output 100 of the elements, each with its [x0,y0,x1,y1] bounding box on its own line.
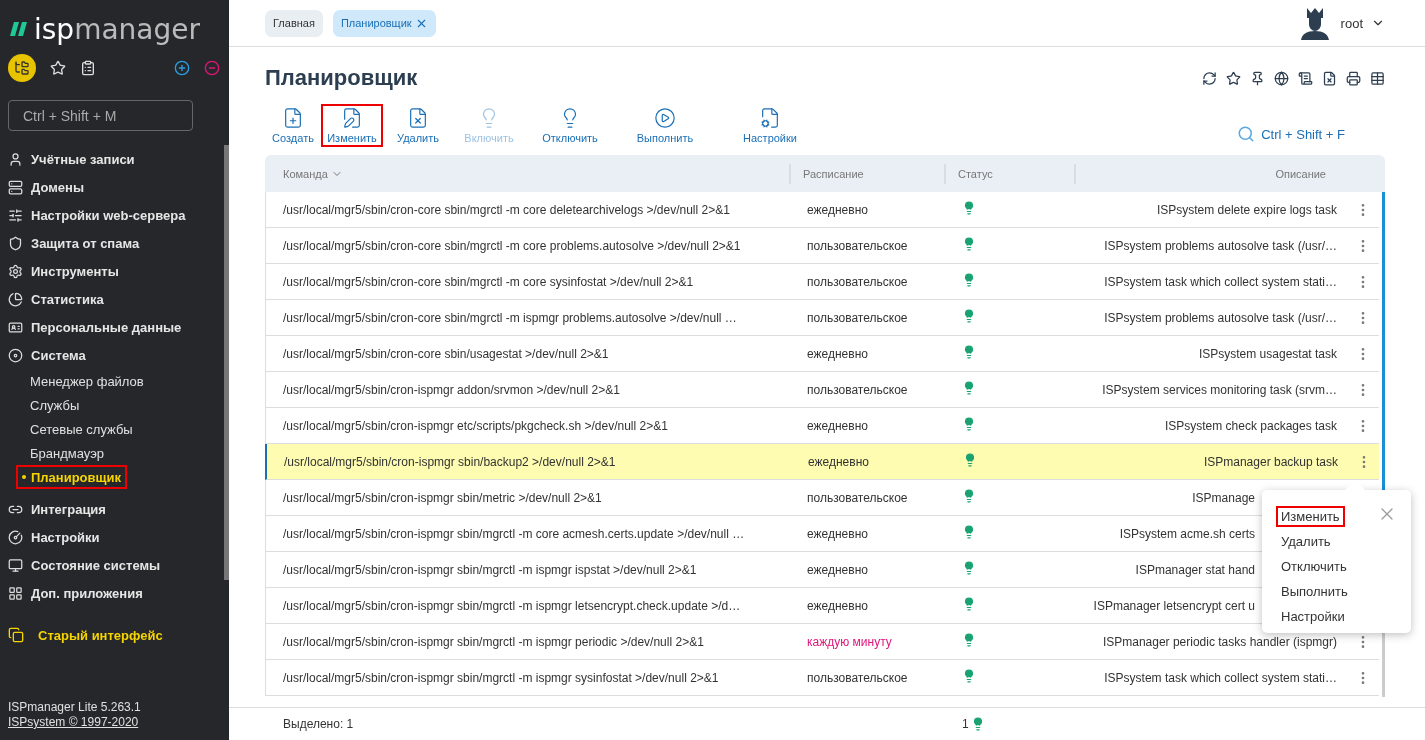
schedule-cell: ежедневно [807,526,868,541]
sidebar-subitem[interactable]: Планировщик [16,465,128,489]
lightbulb-icon [962,237,976,251]
command-cell-text: /usr/local/mgr5/sbin/cron-ispmgr etc/scripts/pkgcheck.sh >/dev/null 2>&1 [282,418,669,433]
logo-icon [10,22,28,36]
lightbulb-icon [962,561,976,575]
sidebar-subitem[interactable]: Брандмауэр [30,441,104,465]
old-interface-link[interactable]: Старый интерфейс [8,627,163,643]
lightbulb-icon [962,381,976,395]
column-header[interactable]: Команда [265,167,789,180]
excel-icon[interactable] [1322,70,1337,86]
sidebar-subitem[interactable]: Менеджер файлов [30,369,144,393]
lightbulb-icon [962,201,976,215]
sidebar-item[interactable]: Состояние системы [0,551,219,579]
description-cell: ISPmanager stat hand [1135,562,1255,577]
toolbar-button[interactable]: Выполнить [615,104,715,147]
total-count: 1 [962,717,969,731]
sidebar-item[interactable]: Домены [0,173,219,201]
command-cell-text: /usr/local/mgr5/sbin/cron-ispmgr sbin/mgrctl -m ispmgr sysinfostat >/dev/null 2>&1 [282,670,720,685]
tree-icon[interactable] [8,54,36,82]
grid-icon [8,585,23,601]
toolbar-button[interactable]: Создать [265,104,321,147]
lightbulb-icon [963,453,977,467]
version-text: ISPmanager Lite 5.263.1 [8,700,142,715]
command-cell-text: /usr/local/mgr5/sbin/cron-ispmgr addon/srvmon >/dev/null 2>&1 [282,382,621,397]
sidebar-item[interactable]: Настройки [0,523,219,551]
lightbulb-icon [962,273,976,287]
refresh-icon[interactable] [1202,70,1217,86]
description-cell: ISPsystem problems autosolve task (/usr/… [1104,238,1337,253]
lightbulb-icon [962,417,976,431]
printer-icon[interactable] [1346,70,1361,86]
menu-item[interactable]: Изменить [1276,506,1345,527]
menu-item[interactable]: Настройки [1276,606,1350,627]
sidebar-subitem[interactable]: Службы [30,393,80,417]
lightbulb-icon [962,345,976,359]
menu-item[interactable]: Удалить [1276,531,1336,552]
sidebar-item[interactable]: Инструменты [0,257,219,285]
schedule-cell: ежедневно [807,202,868,217]
sidebar-item[interactable]: Учётные записи [0,145,219,173]
clipboard-icon[interactable] [80,60,96,76]
sidebar-item[interactable]: Защита от спама [0,229,219,257]
tab[interactable]: Главная [265,9,323,37]
command-cell-text: /usr/local/mgr5/sbin/cron-ispmgr sbin/backup2 >/dev/null 2>&1 [283,454,617,469]
description-cell: ISPsystem task which collect system stati… [1104,274,1337,289]
sidebar-item[interactable]: Настройки web-сервера [0,201,219,229]
schedule-cell: ежедневно [807,598,868,613]
scroll-icon[interactable] [1298,70,1313,86]
id-card-icon [8,319,23,335]
table-settings-icon[interactable] [1370,70,1385,86]
description-cell: ISPmanager letsencrypt cert u [1093,598,1255,613]
command-cell-text: /usr/local/mgr5/sbin/cron-core sbin/mgrctl -m core sysinfostat >/dev/null 2>&1 [282,274,695,289]
expand-icon[interactable] [174,60,190,76]
schedule-cell: пользовательское [807,490,908,505]
shield-icon [8,235,23,251]
column-header[interactable]: Расписание [803,167,864,180]
lightbulb-icon [962,633,976,647]
user-icon [8,151,23,167]
sidebar-item[interactable]: Система [0,341,219,369]
schedule-cell: ежедневно [808,454,869,469]
column-header[interactable]: Описание [1275,167,1326,180]
description-cell: ISPsystem problems autosolve task (/usr/… [1104,310,1337,325]
pie-chart-icon [8,291,23,307]
sidebar-item[interactable]: Персональные данные [0,313,219,341]
schedule-cell: пользовательское [807,274,908,289]
tab[interactable]: Планировщик [332,9,436,37]
command-cell-text: /usr/local/mgr5/sbin/cron-core sbin/mgrctl -m core problems.autosolve >/dev/null 2>&1 [282,238,742,253]
toolbar-button[interactable]: Отключить [525,104,615,147]
command-cell-text: /usr/local/mgr5/sbin/cron-ispmgr sbin/mgrctl -m ispmgr periodic >/dev/null 2>&1 [282,634,705,649]
schedule-cell: пользовательское [807,670,908,685]
scrollbar[interactable] [224,145,229,580]
schedule-cell: ежедневно [807,562,868,577]
table-search[interactable]: Ctrl + Shift + F [1237,125,1385,143]
menu-item[interactable]: Выполнить [1276,581,1353,602]
file-delete-icon [407,107,429,129]
sidebar-subitem[interactable]: Сетевые службы [30,417,133,441]
schedule-cell: ежедневно [807,346,868,361]
menu-item[interactable]: Отключить [1276,556,1352,577]
menu-search-field[interactable]: Ctrl + Shift + M [8,100,193,131]
copyright-link[interactable]: ISPsystem © 1997-2020 [8,715,221,730]
sidebar-item[interactable]: Интеграция [0,495,219,523]
toolbar-button[interactable]: Изменить [321,104,383,147]
disc-icon [8,347,23,363]
schedule-cell: пользовательское [807,382,908,397]
star-icon[interactable] [1226,70,1241,86]
server-icon [8,179,23,195]
sidebar-item[interactable]: Статистика [0,285,219,313]
selected-row[interactable]: /usr/local/mgr5/sbin/cron-ispmgr sbin/backup2 >/dev/null 2>&1 ежедневно ISPmanager backup task [265,444,1379,480]
user-name[interactable]: root [1340,15,1363,31]
toolbar-button[interactable]: Настройки [715,104,825,147]
gauge-icon [8,529,23,545]
globe-icon[interactable] [1274,70,1289,86]
sidebar-item[interactable]: Доп. приложения [0,579,219,607]
search-icon [1237,125,1256,143]
command-cell-text: /usr/local/mgr5/sbin/cron-core sbin/mgrctl -m ispmgr problems.autosolve >/dev/null … [282,310,738,325]
pin-icon[interactable] [1250,70,1265,86]
column-header[interactable]: Статус [958,167,993,180]
collapse-icon[interactable] [204,60,220,76]
file-plus-icon [282,107,304,129]
toolbar-button[interactable]: Удалить [383,104,453,147]
description-cell: ISPsystem task which collect system stati… [1104,670,1337,685]
